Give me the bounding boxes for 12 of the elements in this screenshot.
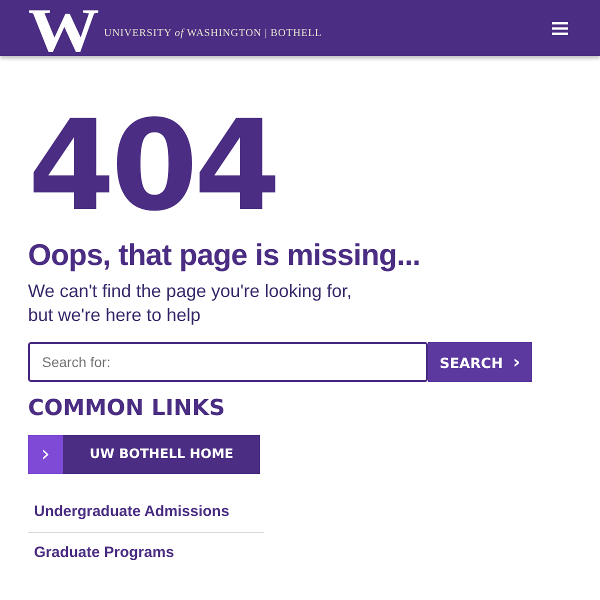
error-code: 404 xyxy=(28,104,278,229)
home-button[interactable]: › UW BOTHELL HOME xyxy=(28,435,260,474)
menu-icon[interactable] xyxy=(552,22,568,34)
error-message: We can't find the page you're looking for, but we're here to help xyxy=(28,280,353,327)
common-link[interactable]: Undergraduate Admissions xyxy=(28,492,264,533)
logo-letter[interactable]: W xyxy=(28,6,100,56)
error-title: Oops, that page is missing... xyxy=(28,239,422,273)
wordmark[interactable]: UNIVERSITY of WASHINGTON | BOTHELL xyxy=(104,28,322,38)
search-button[interactable]: SEARCH › xyxy=(428,342,532,382)
search-field[interactable]: Search for: xyxy=(28,342,428,382)
common-link[interactable]: Graduate Programs xyxy=(28,533,264,573)
section-title: COMMON LINKS xyxy=(28,396,226,421)
